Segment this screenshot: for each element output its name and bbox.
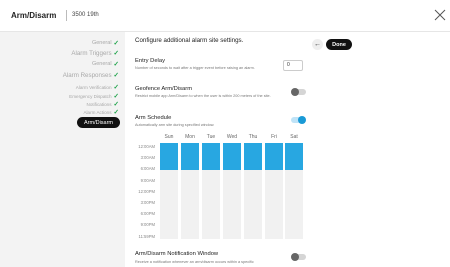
sidebar-item-arm-disarm[interactable]: Arm/Disarm bbox=[77, 117, 120, 128]
check-icon: ✓ bbox=[113, 72, 119, 79]
arm-schedule-description: Automatically arm site during specified … bbox=[135, 123, 215, 127]
sidebar-item-label: General bbox=[91, 40, 112, 46]
notification-window-toggle[interactable] bbox=[291, 253, 306, 261]
toggle-knob bbox=[291, 253, 299, 261]
site-name: 3500 19th bbox=[72, 12, 99, 18]
back-button[interactable]: ← bbox=[312, 39, 323, 50]
day-label-sun: Sun bbox=[164, 134, 174, 140]
sidebar-item-label: Alarm Triggers bbox=[71, 49, 112, 57]
sidebar-item-label: Notifications bbox=[86, 101, 112, 107]
sidebar-item-label: Emergency Dispatch bbox=[69, 93, 112, 99]
notification-window-description: Receive a notification whenever an arm/d… bbox=[135, 260, 254, 264]
day-label-wed: Wed bbox=[226, 134, 238, 140]
arrow-left-icon: ← bbox=[314, 41, 321, 48]
sidebar-item-label: Alarm Responses bbox=[62, 71, 112, 79]
toggle-knob bbox=[298, 116, 306, 124]
sidebar-item-alarm-responses[interactable]: Alarm Responses ✓ bbox=[62, 71, 119, 80]
armed-window-block[interactable] bbox=[244, 143, 262, 170]
sidebar-item-general[interactable]: General ✓ bbox=[92, 39, 119, 47]
armed-window-block[interactable] bbox=[181, 143, 199, 170]
day-label-tue: Tue bbox=[206, 134, 216, 140]
day-label-mon: Mon bbox=[185, 134, 195, 140]
time-label: 12:00AM bbox=[138, 144, 155, 149]
arm-schedule-label: Arm Schedule bbox=[135, 115, 172, 121]
check-icon: ✓ bbox=[113, 84, 119, 91]
time-label: 9:00PM bbox=[140, 222, 155, 227]
check-icon: ✓ bbox=[113, 50, 119, 57]
time-label: 3:00PM bbox=[140, 200, 155, 205]
time-label: 11:59PM bbox=[138, 234, 155, 239]
check-icon: ✓ bbox=[113, 40, 119, 47]
check-icon: ✓ bbox=[113, 101, 119, 108]
armed-window-block[interactable] bbox=[202, 143, 220, 170]
time-label: 6:00AM bbox=[140, 166, 155, 171]
geofence-label: Geofence Arm/Disarm bbox=[135, 86, 193, 92]
armed-window-block[interactable] bbox=[223, 143, 241, 170]
sidebar-item-alarm-verification[interactable]: Alarm Verification ✓ bbox=[76, 83, 119, 91]
toggle-knob bbox=[291, 88, 299, 96]
day-label-fri: Fri bbox=[271, 134, 277, 140]
check-icon: ✓ bbox=[113, 93, 119, 100]
sidebar-item-general-2[interactable]: General ✓ bbox=[92, 60, 119, 68]
header-bar: Arm/Disarm 3500 19th bbox=[0, 0, 450, 32]
day-label-thu: Thu bbox=[248, 134, 258, 140]
armed-window-block[interactable] bbox=[265, 143, 283, 170]
sidebar-item-emergency-dispatch[interactable]: Emergency Dispatch ✓ bbox=[69, 92, 119, 100]
sidebar-item-label: Alarm Verification bbox=[75, 84, 112, 90]
armed-window-block[interactable] bbox=[285, 143, 303, 170]
sidebar-item-notifications[interactable]: Notifications ✓ bbox=[87, 100, 119, 108]
time-label: 3:00AM bbox=[140, 155, 155, 160]
notification-window-label: Arm/Disarm Notification Window bbox=[135, 251, 219, 257]
geofence-description: Restrict mobile app Arm/Disarm to when t… bbox=[135, 94, 271, 98]
entry-delay-description: Number of seconds to wait after a trigge… bbox=[135, 66, 255, 70]
sidebar-item-label: Alarm Actions bbox=[83, 109, 112, 115]
time-label: 6:00PM bbox=[140, 211, 155, 216]
header-divider bbox=[66, 10, 67, 21]
sidebar-item-alarm-actions[interactable]: Alarm Actions ✓ bbox=[83, 108, 119, 116]
done-button[interactable]: Done bbox=[326, 39, 352, 50]
armed-window-block[interactable] bbox=[160, 143, 178, 170]
time-label: 9:00AM bbox=[140, 178, 155, 183]
check-icon: ✓ bbox=[113, 61, 119, 68]
sidebar-item-alarm-triggers[interactable]: Alarm Triggers ✓ bbox=[71, 49, 119, 58]
close-icon[interactable] bbox=[434, 9, 446, 21]
geofence-toggle[interactable] bbox=[291, 88, 306, 96]
page-title: Arm/Disarm bbox=[11, 11, 57, 20]
sidebar: General ✓ Alarm Triggers ✓ General ✓ Alarm … bbox=[0, 32, 125, 267]
sidebar-item-label: General bbox=[91, 61, 112, 67]
time-label: 12:00PM bbox=[138, 189, 155, 194]
day-label-sat: Sat bbox=[290, 134, 298, 140]
entry-delay-label: Entry Delay bbox=[135, 58, 165, 64]
arm-schedule-toggle[interactable] bbox=[291, 116, 306, 124]
check-icon: ✓ bbox=[113, 109, 119, 116]
intro-text: Configure additional alarm site settings… bbox=[135, 37, 244, 44]
entry-delay-input[interactable]: 0 bbox=[283, 60, 303, 71]
